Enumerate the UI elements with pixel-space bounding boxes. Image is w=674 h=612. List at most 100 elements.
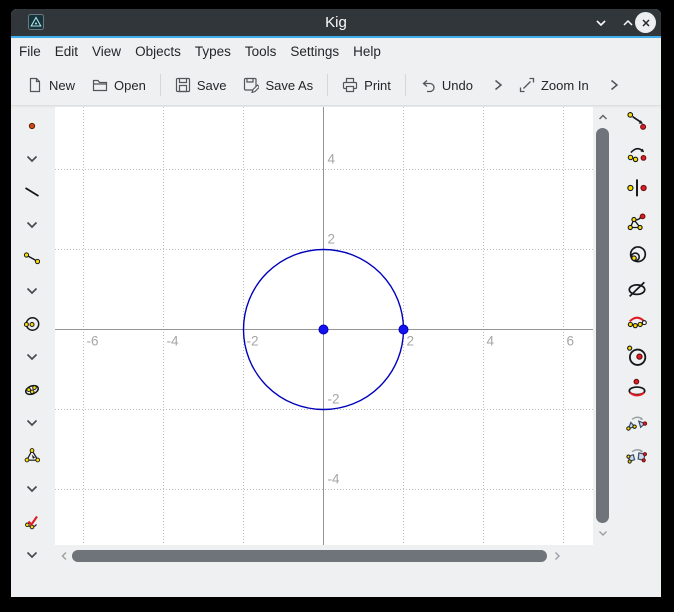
scale-icon xyxy=(626,211,648,233)
segment-tool-expander[interactable] xyxy=(23,274,41,307)
projective-rotation-icon xyxy=(626,378,648,400)
save-as-icon xyxy=(243,77,259,93)
polygon-tool-expander[interactable] xyxy=(23,472,41,505)
circle-tool-button[interactable] xyxy=(23,307,41,340)
menu-objects[interactable]: Objects xyxy=(128,41,188,62)
undo-button-label: Undo xyxy=(442,78,473,93)
point-tool-expander[interactable] xyxy=(23,142,41,175)
save-as-button[interactable]: Save As xyxy=(243,77,313,93)
menu-view[interactable]: View xyxy=(85,41,128,62)
geometry-point[interactable] xyxy=(319,325,328,334)
save-button-label: Save xyxy=(197,78,227,93)
undo-expander-chevron-right-icon[interactable] xyxy=(490,77,506,93)
open-button[interactable]: Open xyxy=(92,77,146,93)
menu-file[interactable]: File xyxy=(19,41,48,62)
scroll-left-chevron-icon[interactable] xyxy=(58,550,70,562)
menu-edit[interactable]: Edit xyxy=(48,41,85,62)
x-axis-tick-label: -6 xyxy=(87,334,99,349)
chevron-down-icon xyxy=(23,348,41,366)
chevron-down-icon xyxy=(23,216,41,234)
vertical-scrollbar-thumb[interactable] xyxy=(596,128,609,523)
new-document-icon xyxy=(27,77,43,93)
inversion-icon xyxy=(626,244,648,266)
scroll-down-chevron-icon[interactable] xyxy=(597,527,609,539)
line-tool-expander[interactable] xyxy=(23,208,41,241)
menu-types[interactable]: Types xyxy=(188,41,238,62)
translate-icon xyxy=(626,110,648,132)
line-icon xyxy=(23,183,41,201)
segment-tool-button[interactable] xyxy=(23,241,41,274)
test-tool-button[interactable] xyxy=(23,505,41,538)
projectivity-tool-button[interactable] xyxy=(625,445,649,467)
rotate-icon xyxy=(626,144,648,166)
toolbar-separator xyxy=(327,74,328,96)
circle-inversion-tool-button[interactable] xyxy=(625,345,649,367)
menu-tools[interactable]: Tools xyxy=(238,41,284,62)
undo-button[interactable]: Undo xyxy=(420,77,473,93)
kig-window: Kig File Edit View Objects Types Tools S… xyxy=(11,9,661,597)
scroll-right-chevron-icon[interactable] xyxy=(551,550,563,562)
new-button-label: New xyxy=(49,78,75,93)
zoom-expander-chevron-right-icon[interactable] xyxy=(606,77,622,93)
main-toolbar: New Open Save Save As Print xyxy=(11,65,661,106)
menu-help[interactable]: Help xyxy=(346,41,388,62)
point-tool-button[interactable] xyxy=(23,109,41,142)
geometry-point[interactable] xyxy=(399,325,408,334)
x-axis-tick-label: 4 xyxy=(487,334,495,349)
translate-tool-button[interactable] xyxy=(625,110,649,132)
maximize-button-chevron-up-icon[interactable] xyxy=(621,16,635,30)
zoom-in-button-label: Zoom In xyxy=(541,78,589,93)
conic-tool-button[interactable] xyxy=(23,373,41,406)
x-axis-tick-label: -4 xyxy=(167,334,179,349)
horizontal-scrollbar[interactable] xyxy=(55,549,595,563)
line-tool-button[interactable] xyxy=(23,175,41,208)
zoom-in-button[interactable]: Zoom In xyxy=(519,77,589,93)
zoom-in-icon xyxy=(519,77,535,93)
status-bar xyxy=(11,565,661,597)
circle-tool-expander[interactable] xyxy=(23,340,41,373)
projective-rotation-tool-button[interactable] xyxy=(625,378,649,400)
chevron-down-icon xyxy=(23,480,41,498)
print-icon xyxy=(342,77,358,93)
save-icon xyxy=(175,77,191,93)
save-button[interactable]: Save xyxy=(175,77,227,93)
similarity-tool-button[interactable] xyxy=(625,412,649,434)
close-x-icon xyxy=(640,17,652,29)
toolbar-separator xyxy=(405,74,406,96)
y-axis-tick-label: 4 xyxy=(328,152,336,167)
rotate-tool-button[interactable] xyxy=(625,144,649,166)
point-reflection-icon xyxy=(626,177,648,199)
minimize-button-chevron-down-icon[interactable] xyxy=(594,16,608,30)
menu-settings[interactable]: Settings xyxy=(283,41,346,62)
print-button-label: Print xyxy=(364,78,391,93)
point-icon xyxy=(23,117,41,135)
scale-tool-button[interactable] xyxy=(625,211,649,233)
conic-tool-expander[interactable] xyxy=(23,406,41,439)
horizontal-scrollbar-thumb[interactable] xyxy=(72,550,547,562)
new-button[interactable]: New xyxy=(27,77,75,93)
similitude-tool-button[interactable] xyxy=(625,311,649,333)
print-button[interactable]: Print xyxy=(342,77,391,93)
projectivity-icon xyxy=(626,445,648,467)
generic-affinity-tool-button[interactable] xyxy=(625,278,649,300)
segment-icon xyxy=(23,249,41,267)
generic-affinity-icon xyxy=(626,278,648,300)
chevron-down-icon xyxy=(23,282,41,300)
open-button-label: Open xyxy=(114,78,146,93)
x-axis-tick-label: 2 xyxy=(407,334,415,349)
inversion-tool-button[interactable] xyxy=(625,244,649,266)
title-bar[interactable]: Kig xyxy=(11,9,661,36)
chevron-down-icon xyxy=(23,546,41,564)
vertical-scrollbar[interactable] xyxy=(595,107,611,545)
objects-toolbar-left xyxy=(23,109,41,571)
transformations-toolbar-right xyxy=(625,110,649,467)
x-axis-tick-label: -2 xyxy=(247,334,259,349)
scroll-up-chevron-icon[interactable] xyxy=(597,111,609,123)
close-button[interactable] xyxy=(635,12,656,33)
geometry-canvas[interactable]: -6-4-224642-2-4 xyxy=(55,107,593,545)
geometry-canvas-area[interactable]: -6-4-224642-2-4 xyxy=(55,107,593,545)
point-reflection-tool-button[interactable] xyxy=(625,177,649,199)
open-folder-icon xyxy=(92,77,108,93)
chevron-down-icon xyxy=(23,414,41,432)
polygon-tool-button[interactable] xyxy=(23,439,41,472)
